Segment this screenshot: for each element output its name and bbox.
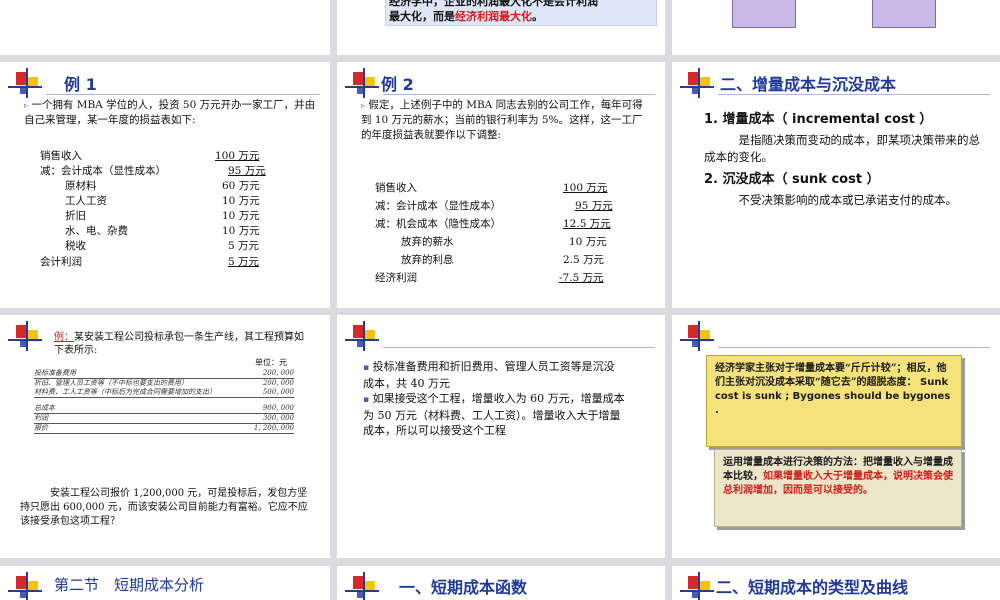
slide-top-left[interactable] <box>0 0 330 55</box>
title-underline <box>383 94 655 95</box>
definition-incremental-body: 是指随决策而变动的成本，即某项决策带来的总成本的变化。 <box>704 133 980 164</box>
table-row-label: 水、电、杂费 <box>65 225 128 237</box>
table-row-value: 10 万元 <box>222 210 260 222</box>
table-row-label: 减：会计成本（显性成本） <box>375 200 501 212</box>
slide-logo-icon <box>345 572 379 600</box>
table-row-value: 100 万元 <box>563 182 608 194</box>
table-row-value: -7.5 万元 <box>559 272 604 284</box>
table-row: 利润 300, 000 <box>34 414 294 424</box>
budget-table: 投标准备费用 200, 000 折旧、管理人员工资等（不中标也要支出的费用） 200… <box>34 369 294 434</box>
slide-logo-icon <box>8 321 42 351</box>
slide-title: 一、短期成本函数 <box>399 578 528 597</box>
table-row-label: 销售收入 <box>40 150 82 162</box>
table-row: 总成本 900, 000 <box>34 404 294 414</box>
table-row-value: 10 万元 <box>569 236 607 248</box>
slide-example-1[interactable]: 例 1 ▹ 一个拥有 MBA 学位的人，投资 50 万元开办一家工厂，并由自己来… <box>0 62 330 308</box>
slide-logo-icon <box>680 68 714 98</box>
title-underline <box>718 94 990 95</box>
slide-title: 二、增量成本与沉没成本 <box>720 75 897 94</box>
slide-logo-icon <box>8 572 42 600</box>
slide-top-middle[interactable]: 经济学中，企业的利润最大化不是会计利润 最大化，而是经济利润最大化。 <box>337 0 665 55</box>
table-row-label: 工人工资 <box>65 195 107 207</box>
table-row-value: 5 万元 <box>228 256 260 268</box>
table-row-value: 10 万元 <box>222 225 260 237</box>
table-row-value: 2.5 万元 <box>563 254 605 266</box>
table-row-label: 减：机会成本（隐性成本） <box>375 218 501 230</box>
diagram-box-right <box>872 0 936 28</box>
bullet-icon: ▹ <box>361 101 366 110</box>
slide-logo-icon <box>345 68 379 98</box>
table-row-value: 10 万元 <box>222 195 260 207</box>
slide-title: 二、短期成本的类型及曲线 <box>716 578 909 597</box>
unit-label: 单位：元 <box>255 358 287 367</box>
analysis-bullet-2: ▪ 如果接受这个工程，增量收入为 60 万元，增量成本为 50 万元（材料费、工… <box>363 392 625 437</box>
slide-case[interactable]: 例：某安装工程公司投标承包一条生产线，其工程预算如下表所示: 单位：元 投标准备… <box>0 315 330 558</box>
table-row-value: 95 万元 <box>575 200 613 212</box>
advice-box-beige: 运用增量成本进行决策的方法：把增量收入与增量成本比较，如果增量收入大于增量成本，… <box>714 449 962 527</box>
table-row-label: 税收 <box>65 240 86 252</box>
table-row-label: 原材料 <box>65 180 97 192</box>
definition-incremental-head: 1. 增量成本（ incremental cost ） <box>704 112 933 127</box>
example-intro: ▹ 假定，上述例子中的 MBA 同志去别的公司工作，每年可得到 10 万元的薪水… <box>361 99 643 141</box>
table-row-value: 95 万元 <box>228 165 266 177</box>
slide-logo-icon <box>8 68 42 98</box>
bullet-icon: ▹ <box>24 101 29 110</box>
table-row-label: 放弃的薪水 <box>401 236 454 248</box>
table-row-value: 60 万元 <box>222 180 260 192</box>
slide-title: 例 1 <box>64 75 97 94</box>
title-underline <box>46 94 320 95</box>
title-underline <box>383 347 655 348</box>
bullet-icon: ▪ <box>363 363 370 373</box>
slide-advice[interactable]: 经济学家主张对于增量成本要“斤斤计较”；相反，他们主张对沉没成本采取“随它去”的… <box>672 315 1000 558</box>
slide-logo-icon <box>345 321 379 351</box>
title-underline <box>718 347 990 348</box>
table-row-value: 5 万元 <box>228 240 260 252</box>
table-row: 报价 1, 200, 000 <box>34 424 294 434</box>
table-row-label: 折旧 <box>65 210 86 222</box>
diagram-box-left <box>732 0 796 28</box>
definition-sunk-body: 不受决策影响的成本或已承诺支付的成本。 <box>738 193 958 207</box>
table-row-label: 会计利润 <box>40 256 82 268</box>
slide-top-right[interactable] <box>672 0 1000 55</box>
slide-title: 第二节 短期成本分析 <box>54 576 205 594</box>
advice-box-yellow: 经济学家主张对于增量成本要“斤斤计较”；相反，他们主张对沉没成本采取“随它去”的… <box>706 355 962 447</box>
table-row-value: 100 万元 <box>215 150 260 162</box>
table-row-value: 12.5 万元 <box>563 218 611 230</box>
table-row: 折旧、管理人员工资等（不中标也要支出的费用） 200, 000 <box>34 379 294 387</box>
slide-logo-icon <box>680 321 714 351</box>
table-row: 材料费、工人工资等（中标后为完成合同需要增加的支出） 500, 000 <box>34 388 294 398</box>
slide-logo-icon <box>680 572 714 600</box>
slide-section-2[interactable]: 第二节 短期成本分析 <box>0 566 330 600</box>
definition-sunk-head: 2. 沉没成本（ sunk cost ） <box>704 172 880 187</box>
slide-example-2[interactable]: 例 2 ▹ 假定，上述例子中的 MBA 同志去别的公司工作，每年可得到 10 万… <box>337 62 665 308</box>
table-row: 投标准备费用 200, 000 <box>34 369 294 379</box>
profit-statement: 经济学中，企业的利润最大化不是会计利润 最大化，而是经济利润最大化。 <box>389 0 598 23</box>
analysis-bullet-1: ▪ 投标准备费用和折旧费用、管理人员工资等是沉没成本，共 40 万元 <box>363 360 615 390</box>
slide-short-run-function[interactable]: 一、短期成本函数 <box>337 566 665 600</box>
table-row-label: 经济利润 <box>375 272 417 284</box>
table-row-label: 销售收入 <box>375 182 417 194</box>
slide-analysis[interactable]: ▪ 投标准备费用和折旧费用、管理人员工资等是沉没成本，共 40 万元 ▪ 如果接… <box>337 315 665 558</box>
example-intro: ▹ 一个拥有 MBA 学位的人，投资 50 万元开办一家工厂，并由自己来管理，某… <box>24 99 316 126</box>
case-question: 安装工程公司报价 1,200,000 元，可是投标后，发包方坚持只愿出 600,… <box>20 488 308 527</box>
slide-incremental-cost[interactable]: 二、增量成本与沉没成本 1. 增量成本（ incremental cost ） … <box>672 62 1000 308</box>
slide-title: 例 2 <box>381 75 414 94</box>
table-row-label: 放弃的利息 <box>401 254 454 266</box>
slide-short-run-types[interactable]: 二、短期成本的类型及曲线 <box>672 566 1000 600</box>
bullet-icon: ▪ <box>363 395 370 405</box>
case-intro: 例：某安装工程公司投标承包一条生产线，其工程预算如下表所示: <box>54 332 304 356</box>
table-row-label: 减：会计成本（显性成本） <box>40 165 166 177</box>
